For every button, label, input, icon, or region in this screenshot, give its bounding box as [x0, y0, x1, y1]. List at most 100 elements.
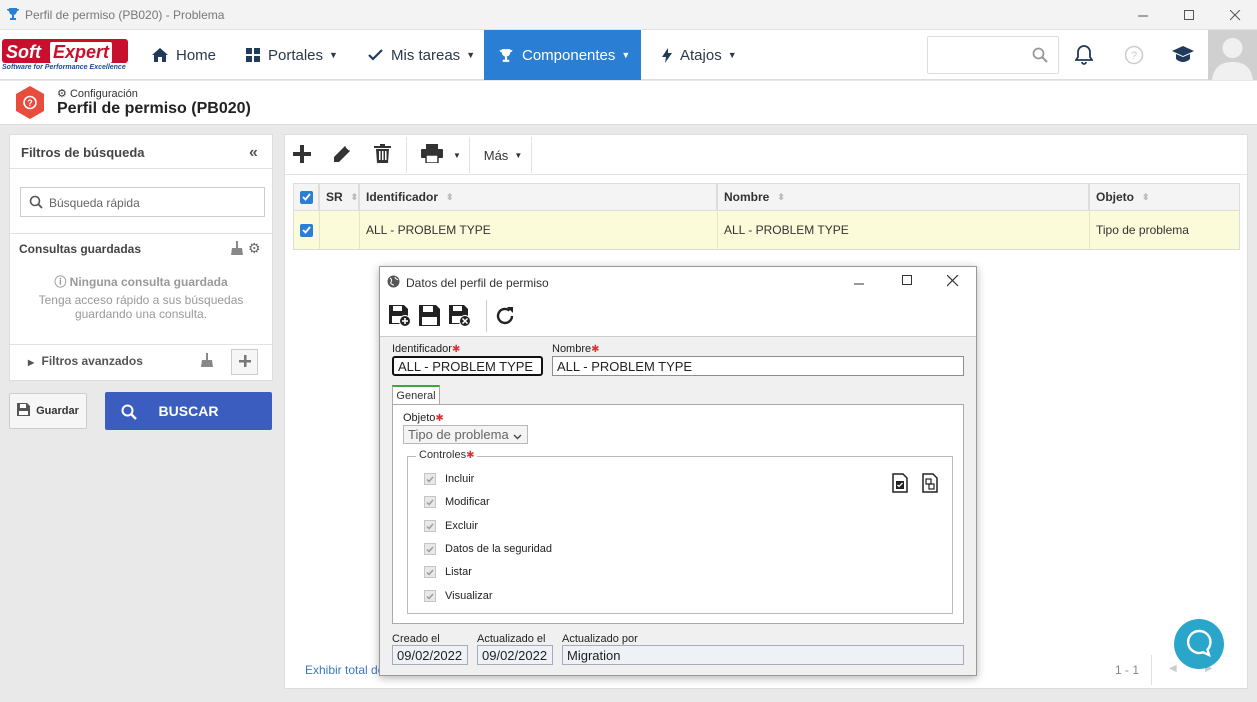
collapse-double-chevron-icon[interactable]: «: [249, 144, 258, 162]
refresh-icon[interactable]: [494, 305, 516, 330]
chevron-right-icon: ▶: [28, 358, 35, 367]
chevron-down-icon: ▼: [621, 50, 631, 60]
required-icon: ✱: [591, 344, 600, 355]
global-search-input[interactable]: [927, 36, 1059, 74]
trash-icon: [373, 144, 391, 166]
column-objeto-label: Objeto: [1096, 190, 1134, 204]
save-and-close-icon[interactable]: [449, 305, 471, 330]
add-button[interactable]: [289, 135, 315, 175]
home-icon: [152, 48, 168, 62]
advanced-filters-toggle[interactable]: ▶ Filtros avanzados: [28, 354, 143, 368]
column-nombre-label: Nombre: [724, 190, 770, 204]
breadcrumb[interactable]: ⚙ Configuración: [57, 87, 138, 100]
required-icon: ✱: [451, 344, 461, 355]
updated-date-field[interactable]: 09/02/2022: [477, 645, 553, 665]
no-saved-queries: ⓘ Ninguna consulta guardada: [10, 273, 272, 290]
save-query-label: Guardar: [36, 405, 79, 417]
nav-atajos[interactable]: Atajos ▼: [648, 30, 751, 80]
updated-by-field[interactable]: Migration: [562, 645, 964, 665]
control-label: Datos de la seguridad: [445, 543, 553, 555]
table-cell-identificador[interactable]: ALL - PROBLEM TYPE: [359, 211, 717, 250]
no-saved-queries-label: Ninguna consulta guardada: [69, 275, 228, 289]
nav-componentes[interactable]: Componentes ▼: [484, 30, 641, 80]
table-cell-sr[interactable]: [319, 211, 359, 250]
updated-label: Actualizado el: [477, 633, 546, 645]
chevron-down-icon: ▼: [329, 50, 338, 60]
check-icon: [368, 49, 383, 61]
close-window-button[interactable]: [1212, 0, 1257, 30]
created-date-field[interactable]: 09/02/2022: [392, 645, 468, 665]
quick-search-input[interactable]: Búsqueda rápida: [20, 187, 265, 217]
logo-soft: Soft: [6, 42, 41, 62]
gear-icon[interactable]: ⚙: [248, 240, 261, 257]
maximize-button[interactable]: [1166, 0, 1212, 30]
minimize-button[interactable]: [854, 275, 865, 289]
control-checkbox-datos-seguridad[interactable]: Datos de la seguridad: [424, 543, 552, 555]
bell-icon[interactable]: [1074, 45, 1094, 68]
more-button[interactable]: Más ▼: [477, 135, 529, 175]
nav-home[interactable]: Home: [138, 30, 230, 80]
grid-toolbar: ▼ Más ▼: [285, 135, 1247, 175]
table-cell-nombre[interactable]: ALL - PROBLEM TYPE: [717, 211, 1089, 250]
objeto-select[interactable]: Tipo de problema: [403, 425, 528, 444]
column-header-identificador[interactable]: Identificador ⬍: [359, 183, 717, 211]
checkbox-disabled-checked: [424, 520, 436, 532]
identificador-label: Identificador✱: [392, 343, 460, 355]
nav-mis-tareas[interactable]: Mis tareas ▼: [354, 30, 489, 80]
row-checkbox[interactable]: [293, 211, 319, 250]
printer-icon: [421, 144, 444, 166]
check-all-icon[interactable]: [892, 473, 908, 496]
control-checkbox-incluir[interactable]: Incluir: [424, 473, 474, 485]
delete-button[interactable]: [369, 135, 395, 175]
table-cell-objeto[interactable]: Tipo de problema: [1089, 211, 1240, 250]
controles-legend: Controles✱: [416, 449, 478, 461]
control-checkbox-visualizar[interactable]: Visualizar: [424, 590, 493, 602]
dialog-titlebar: Datos del perfil de permiso: [380, 267, 976, 297]
tab-general[interactable]: General: [392, 385, 440, 405]
search-button[interactable]: BUSCAR: [105, 392, 272, 430]
graduation-cap-icon[interactable]: [1172, 46, 1194, 66]
select-all-checkbox[interactable]: [293, 183, 319, 211]
chat-button[interactable]: [1174, 619, 1224, 669]
column-header-objeto[interactable]: Objeto ⬍: [1089, 183, 1240, 211]
save-icon[interactable]: [419, 305, 441, 330]
window-title: Perfil de permiso (PB020) - Problema: [25, 8, 225, 22]
no-saved-hint-line2: guardando una consulta.: [74, 307, 208, 321]
checkbox-disabled-checked: [424, 496, 436, 508]
identificador-field[interactable]: ALL - PROBLEM TYPE: [392, 356, 543, 376]
nombre-field[interactable]: ALL - PROBLEM TYPE: [552, 356, 964, 376]
print-button[interactable]: ▼: [415, 135, 467, 175]
column-header-nombre[interactable]: Nombre ⬍: [717, 183, 1089, 211]
softexpert-logo[interactable]: Soft Expert Software for Performance Exc…: [2, 39, 128, 73]
no-saved-hint-line1: Tenga acceso rápido a sus búsquedas: [38, 293, 244, 307]
edit-button[interactable]: [329, 135, 355, 175]
control-checkbox-listar[interactable]: Listar: [424, 566, 472, 578]
avatar[interactable]: [1208, 30, 1257, 80]
control-checkbox-excluir[interactable]: Excluir: [424, 520, 478, 532]
show-total-link[interactable]: Exhibir total de: [305, 663, 384, 677]
search-icon: [29, 195, 43, 212]
gear-icon: ⚙: [57, 88, 67, 100]
dialog-toolbar: [380, 297, 976, 337]
control-checkbox-modificar[interactable]: Modificar: [424, 496, 490, 508]
column-header-sr[interactable]: SR ⬍: [319, 183, 359, 211]
help-icon[interactable]: ?: [1124, 45, 1144, 68]
close-icon[interactable]: [946, 274, 959, 290]
maximize-button[interactable]: [902, 275, 913, 289]
sort-icon: ⬍: [777, 191, 785, 202]
search-icon: [1032, 47, 1048, 66]
broom-icon[interactable]: [201, 353, 213, 370]
uncheck-all-icon[interactable]: [922, 473, 938, 496]
checkbox-checked: [300, 223, 313, 237]
objeto-select-value: Tipo de problema: [408, 427, 509, 442]
nav-portales[interactable]: Portales ▼: [232, 30, 352, 80]
broom-icon[interactable]: [231, 241, 243, 258]
saved-queries-title: Consultas guardadas: [19, 242, 142, 256]
add-filter-button[interactable]: [231, 349, 258, 375]
save-query-button[interactable]: Guardar: [9, 393, 87, 429]
minimize-button[interactable]: [1120, 0, 1166, 30]
nav-componentes-label: Componentes: [522, 46, 616, 64]
save-and-new-icon[interactable]: [389, 305, 411, 330]
prev-page-icon[interactable]: ◀: [1169, 663, 1177, 674]
chevron-down-icon: ▼: [466, 50, 476, 60]
